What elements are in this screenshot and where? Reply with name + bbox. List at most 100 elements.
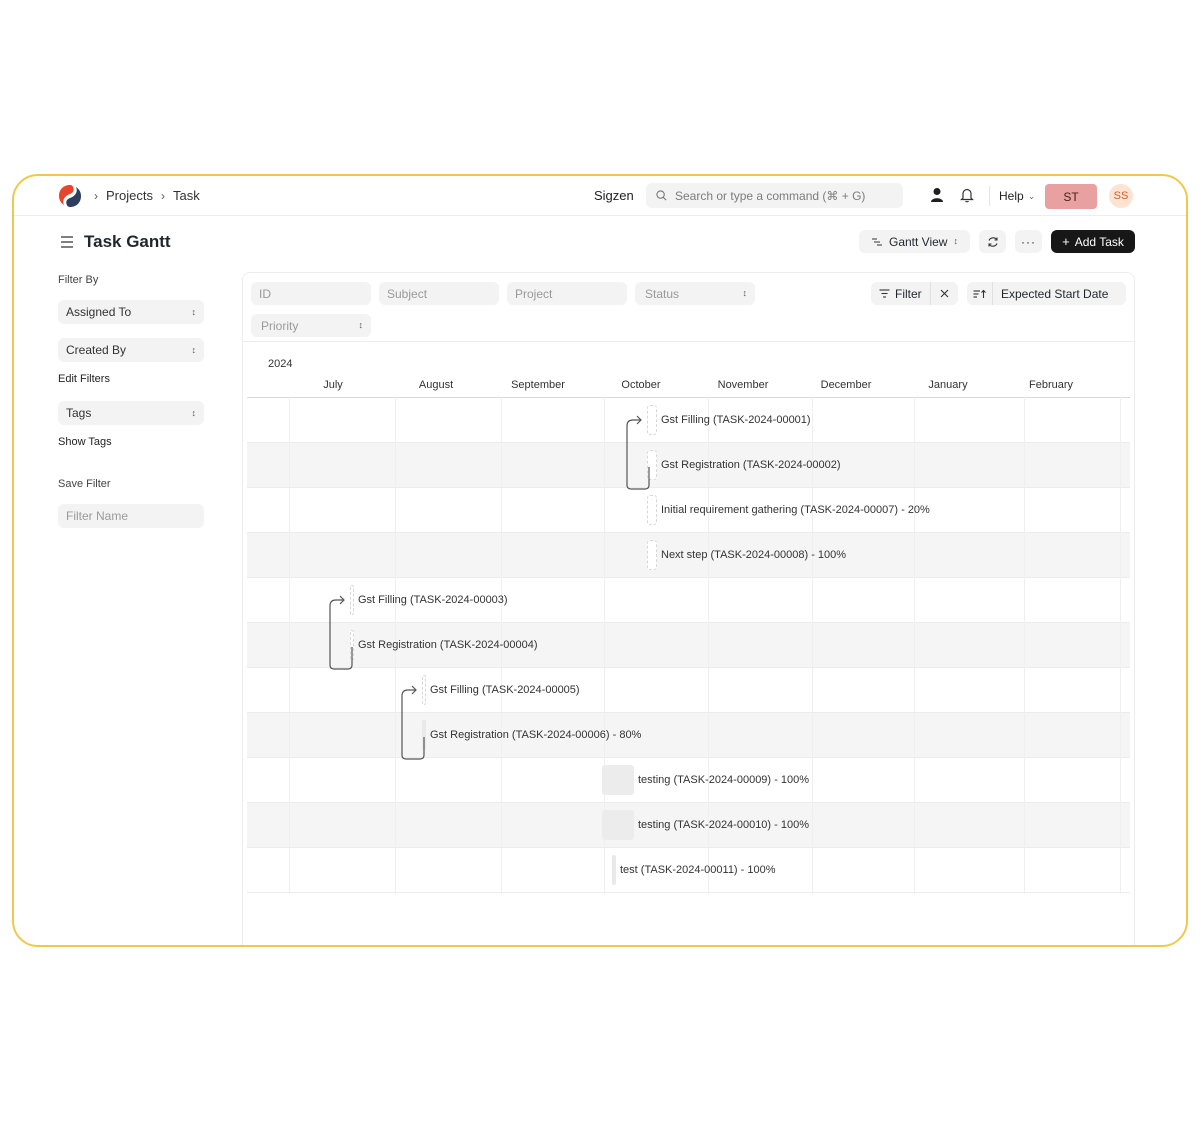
ellipsis-icon: ··· [1021,234,1036,249]
bell-icon[interactable] [960,187,974,203]
view-label: Gantt View [889,234,948,249]
gantt-task-label[interactable]: Gst Registration (TASK-2024-00004) [358,639,538,651]
priority-filter-select[interactable]: Priority ↕ [251,314,371,337]
search-placeholder: Search or type a command (⌘ + G) [675,188,866,203]
user-avatar[interactable]: SS [1109,184,1133,208]
gantt-month-october: October [621,379,661,391]
gantt-month-august: August [418,379,454,391]
gantt-task-bar[interactable] [647,405,657,435]
gantt-month-november: November [717,379,769,391]
assigned-to-label: Assigned To [66,305,132,319]
app-window: › Projects › Task Sigzen Search or type … [12,174,1188,947]
gantt-month-february: February [1028,379,1074,391]
tags-select[interactable]: Tags ↕ [58,401,204,425]
sort-order-toggle[interactable] [967,282,993,305]
gantt-month-september: September [511,379,565,391]
gantt-row [247,713,1130,758]
gantt-header-divider [247,397,1130,398]
add-task-button[interactable]: + Add Task [1051,230,1135,253]
gantt-grid-line [812,397,813,894]
status-placeholder: Status [645,286,680,301]
gantt-row [247,668,1130,713]
filter-open[interactable]: Filter [871,282,931,305]
filter-button[interactable]: Filter [871,282,958,305]
chevron-down-icon: ⌄ [1027,190,1036,201]
gantt-task-label[interactable]: testing (TASK-2024-00010) - 100% [638,819,809,831]
gantt-task-bar[interactable] [350,630,354,660]
subject-placeholder: Subject [387,286,428,301]
gantt-month-july: July [323,379,343,391]
gantt-task-bar[interactable] [350,585,354,615]
gantt-task-label[interactable]: Gst Registration (TASK-2024-00002) [661,459,841,471]
gantt-year: 2024 [268,358,293,370]
filter-by-heading: Filter By [58,274,99,286]
chevron-up-down-icon: ↕ [742,288,748,298]
sort-icon [973,289,986,298]
gantt-grid-line [1120,397,1121,894]
app-logo-icon[interactable] [58,184,82,208]
filter-label: Filter [895,286,922,301]
gantt-grid-line [289,397,290,894]
filter-name-placeholder: Filter Name [66,509,129,523]
id-placeholder: ID [259,286,271,301]
more-options-button[interactable]: ··· [1015,230,1042,253]
refresh-button[interactable] [979,230,1006,253]
show-tags-link[interactable]: Show Tags [58,436,112,448]
close-icon [940,289,949,298]
chevron-up-down-icon: ↕ [191,407,197,418]
project-placeholder: Project [515,286,553,301]
gantt-task-label[interactable]: Next step (TASK-2024-00008) - 100% [661,549,846,561]
gantt-grid-line [914,397,915,894]
status-filter-select[interactable]: Status ↕ [635,282,755,305]
search-icon [656,190,667,201]
id-filter-input[interactable]: ID [251,282,371,305]
gantt-task-bar[interactable] [647,495,657,525]
workspace-avatar[interactable]: ST [1045,184,1097,209]
sort-field-label[interactable]: Expected Start Date [993,287,1108,301]
help-menu[interactable]: Help ⌄ [999,189,1035,203]
gantt-task-bar[interactable] [602,810,634,840]
save-filter-heading: Save Filter [58,478,111,490]
breadcrumb-task[interactable]: Task [173,188,200,203]
filter-name-input[interactable]: Filter Name [58,504,204,528]
navbar-divider [989,186,990,206]
gantt-task-bar[interactable] [422,720,426,750]
refresh-icon [987,236,998,247]
gantt-task-label[interactable]: Gst Filling (TASK-2024-00001) [661,414,811,426]
subject-filter-input[interactable]: Subject [379,282,499,305]
gantt-icon [872,237,882,246]
panel-divider [243,341,1134,342]
gantt-task-label[interactable]: Gst Registration (TASK-2024-00006) - 80% [430,729,641,741]
breadcrumb-projects[interactable]: Projects [106,188,153,203]
gantt-task-bar[interactable] [612,855,616,885]
assigned-to-select[interactable]: Assigned To ↕ [58,300,204,324]
sort-button[interactable]: Expected Start Date [967,282,1126,305]
chevron-up-down-icon: ↕ [358,320,364,330]
org-name: Sigzen [594,188,634,203]
gantt-task-label[interactable]: Initial requirement gathering (TASK-2024… [661,504,930,516]
page-title: Task Gantt [84,232,171,251]
filter-icon [879,289,890,298]
menu-icon[interactable] [60,235,74,249]
gantt-task-bar[interactable] [602,765,634,795]
created-by-select[interactable]: Created By ↕ [58,338,204,362]
gantt-panel: ID Subject Project Status ↕ Priority ↕ F… [242,272,1135,945]
tags-label: Tags [66,406,92,420]
gantt-task-label[interactable]: Gst Filling (TASK-2024-00005) [430,684,580,696]
gantt-task-label[interactable]: test (TASK-2024-00011) - 100% [620,864,776,876]
view-switcher-button[interactable]: Gantt View ↕ [859,230,970,253]
gantt-task-label[interactable]: Gst Filling (TASK-2024-00003) [358,594,508,606]
gantt-task-bar[interactable] [647,450,657,480]
gantt-task-bar[interactable] [647,540,657,570]
gantt-month-january: January [928,379,968,391]
edit-filters-link[interactable]: Edit Filters [58,373,110,385]
plus-icon: + [1062,234,1070,249]
project-filter-input[interactable]: Project [507,282,627,305]
user-icon[interactable] [930,187,944,203]
gantt-task-bar[interactable] [422,675,426,705]
search-bar[interactable]: Search or type a command (⌘ + G) [646,183,903,208]
chevron-right-icon: › [94,188,98,203]
gantt-task-label[interactable]: testing (TASK-2024-00009) - 100% [638,774,809,786]
chevron-up-down-icon: ↕ [191,306,197,317]
clear-filter-button[interactable] [931,282,958,305]
